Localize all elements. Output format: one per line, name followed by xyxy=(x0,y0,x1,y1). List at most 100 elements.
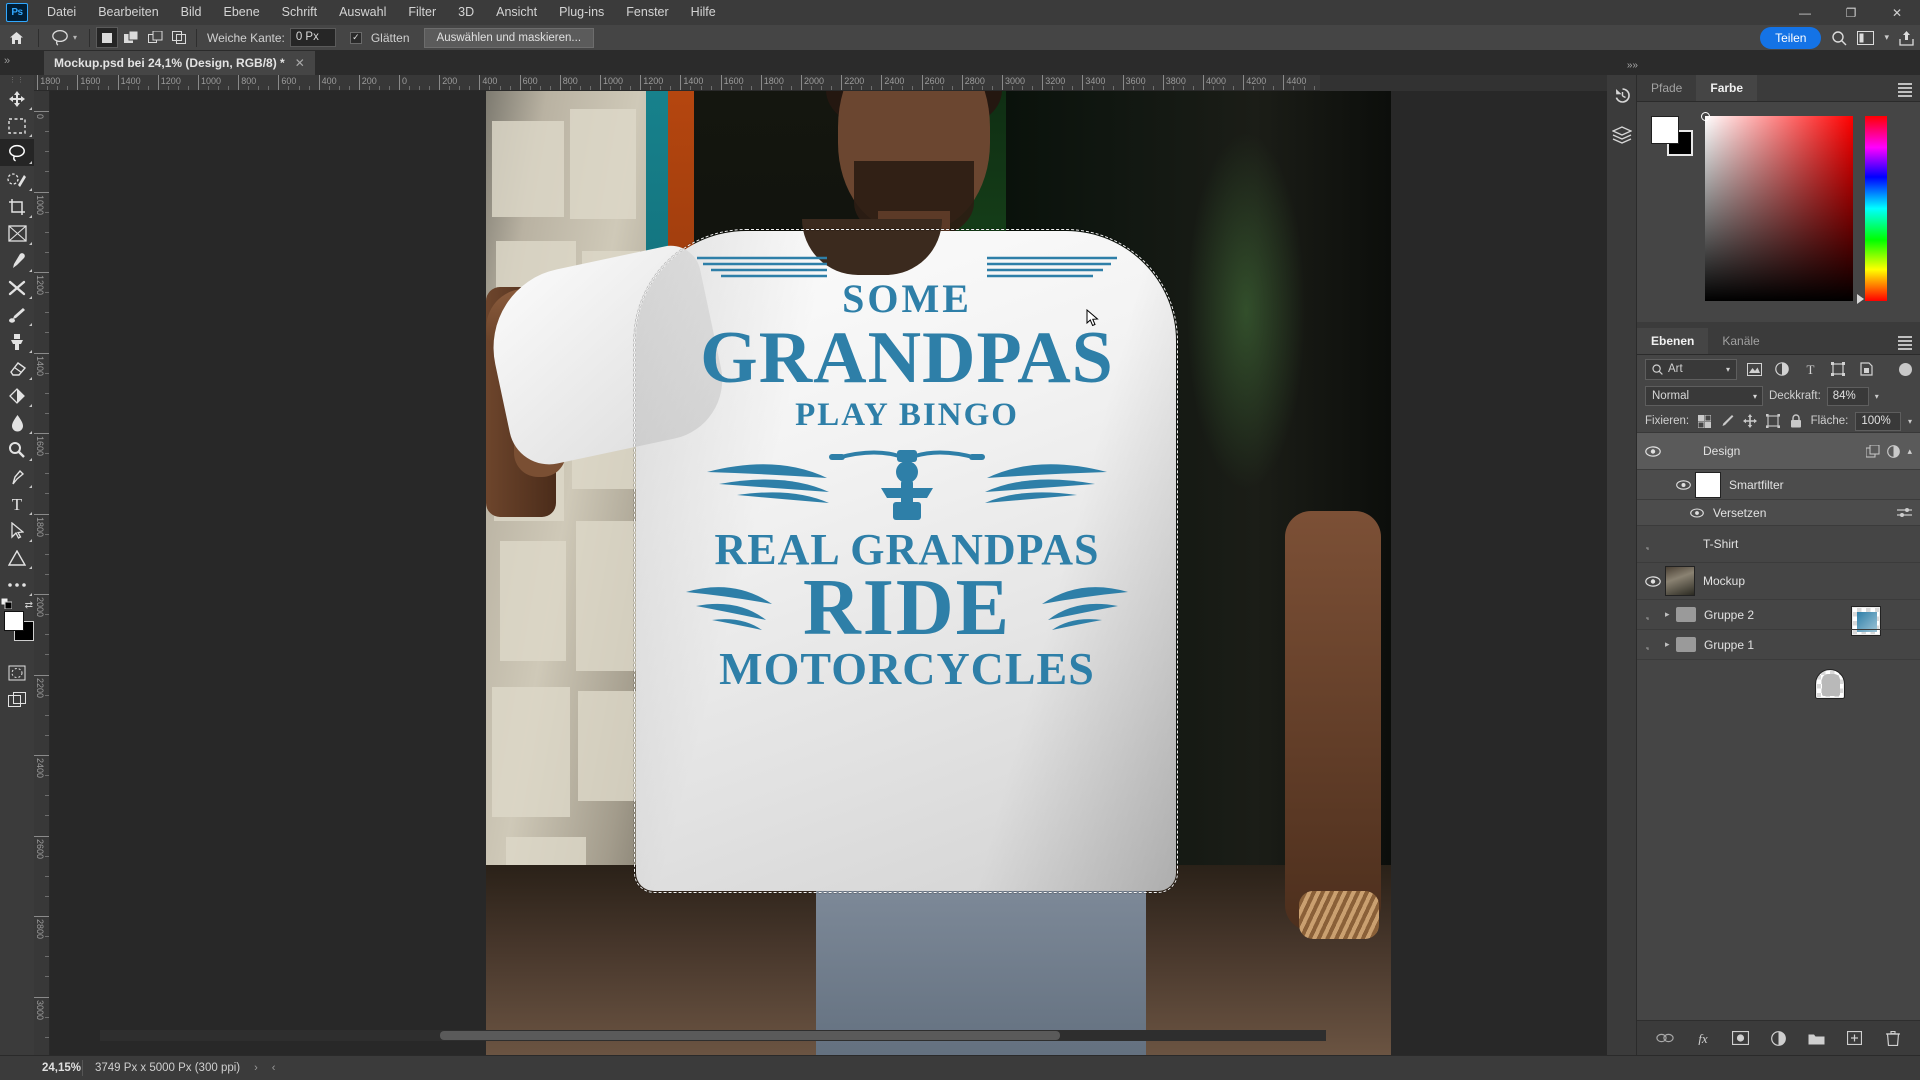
history-icon[interactable] xyxy=(1607,75,1637,115)
close-button[interactable]: ✕ xyxy=(1874,0,1920,25)
smartobject-filter-icon[interactable] xyxy=(1855,359,1877,380)
healing-brush-tool[interactable] xyxy=(0,274,34,301)
document-dimensions[interactable]: 3749 Px x 5000 Px (300 ppi) xyxy=(95,1062,240,1074)
select-and-mask-button[interactable]: Auswählen und maskieren... xyxy=(423,27,595,48)
quick-selection-tool[interactable] xyxy=(0,166,34,193)
layer-row-gruppe-1[interactable]: ▸ Gruppe 1 xyxy=(1637,630,1920,660)
edit-toolbar-tool[interactable] xyxy=(0,571,34,598)
visibility-toggle-icon[interactable] xyxy=(1641,609,1665,620)
filter-settings-icon[interactable] xyxy=(1897,507,1912,519)
new-group-icon[interactable] xyxy=(1808,1029,1826,1047)
checkbox-icon[interactable]: ✓ xyxy=(349,31,362,44)
type-filter-icon[interactable]: T xyxy=(1799,359,1821,380)
brush-tool[interactable] xyxy=(0,301,34,328)
lock-position-icon[interactable] xyxy=(1742,413,1758,430)
blur-tool[interactable] xyxy=(0,409,34,436)
layer-row-t-shirt[interactable]: T-Shirt xyxy=(1637,526,1920,699)
fill-input[interactable]: 100% xyxy=(1855,411,1901,431)
panel-menu-icon[interactable] xyxy=(1898,83,1912,99)
status-prev-icon[interactable]: ‹ xyxy=(272,1062,276,1074)
chevron-down-icon[interactable]: ▾ xyxy=(1753,392,1757,401)
layer-thumbnail[interactable] xyxy=(1815,669,1845,699)
subtract-from-selection-button[interactable] xyxy=(144,27,166,48)
link-layers-icon[interactable] xyxy=(1655,1029,1674,1047)
eyedropper-tool[interactable] xyxy=(0,247,34,274)
visibility-toggle-icon[interactable] xyxy=(1641,639,1665,650)
foreground-color-swatch[interactable] xyxy=(4,611,24,631)
toolbox-grip[interactable]: ⋮⋮ xyxy=(0,75,34,85)
tab-ebenen[interactable]: Ebenen xyxy=(1637,328,1709,354)
visibility-toggle-icon[interactable] xyxy=(1641,445,1665,457)
status-next-icon[interactable]: › xyxy=(254,1062,258,1074)
color-field[interactable] xyxy=(1701,112,1853,301)
chevron-right-icon[interactable]: ▸ xyxy=(1665,639,1671,650)
lock-image-icon[interactable] xyxy=(1719,413,1735,430)
menu-item-3d[interactable]: 3D xyxy=(447,0,485,25)
default-colors-icon[interactable] xyxy=(1,598,12,609)
menu-item-ebene[interactable]: Ebene xyxy=(213,0,271,25)
scrollbar-thumb[interactable] xyxy=(440,1031,1060,1040)
menu-item-auswahl[interactable]: Auswahl xyxy=(328,0,397,25)
tab-farbe[interactable]: Farbe xyxy=(1696,75,1758,101)
maximize-button[interactable]: ❐ xyxy=(1828,0,1874,25)
minimize-button[interactable]: — xyxy=(1782,0,1828,25)
swap-colors-icon[interactable]: ⇄ xyxy=(25,600,33,611)
clone-stamp-tool[interactable] xyxy=(0,328,34,355)
screen-mode-icon[interactable] xyxy=(0,686,34,713)
layer-style-fx-icon[interactable]: fx xyxy=(1694,1029,1712,1047)
adjustment-layer-icon[interactable] xyxy=(1770,1029,1788,1047)
layer-row-gruppe-2[interactable]: ▸ Gruppe 2 xyxy=(1637,600,1920,630)
document-tab[interactable]: Mockup.psd bei 24,1% (Design, RGB/8) * ✕ xyxy=(44,51,315,75)
lock-artboard-icon[interactable] xyxy=(1765,413,1781,430)
path-selection-tool[interactable] xyxy=(0,517,34,544)
opacity-input[interactable]: 84% xyxy=(1826,386,1869,406)
feather-input[interactable]: 0 Px xyxy=(289,28,336,47)
chevron-right-icon[interactable]: ▸ xyxy=(1665,609,1671,620)
artboard[interactable]: SOME GRANDPAS PLAY BINGO REAL GRANDPAS R… xyxy=(486,91,1391,1055)
visibility-toggle-icon[interactable] xyxy=(1641,575,1665,587)
workspace-icon[interactable] xyxy=(1857,30,1875,45)
add-to-selection-button[interactable] xyxy=(120,27,142,48)
menu-item-ansicht[interactable]: Ansicht xyxy=(485,0,548,25)
panel-menu-icon[interactable] xyxy=(1898,336,1912,352)
frame-tool[interactable] xyxy=(0,220,34,247)
share-export-icon[interactable] xyxy=(1899,30,1914,46)
delete-layer-icon[interactable] xyxy=(1884,1029,1902,1047)
blend-mode-select[interactable]: Normal ▾ xyxy=(1645,386,1763,406)
new-layer-icon[interactable] xyxy=(1846,1029,1864,1047)
smart-filter-mask-thumbnail[interactable] xyxy=(1695,471,1721,498)
quick-mask-icon[interactable] xyxy=(0,659,34,686)
type-tool[interactable]: T xyxy=(0,490,34,517)
layer-comps-icon[interactable] xyxy=(1607,115,1637,155)
layer-name[interactable]: Versetzen xyxy=(1713,506,1766,520)
shape-filter-icon[interactable] xyxy=(1827,359,1849,380)
intersect-selection-button[interactable] xyxy=(168,27,190,48)
menu-item-fenster[interactable]: Fenster xyxy=(615,0,679,25)
layer-row-smartfilter[interactable]: Smartfilter xyxy=(1637,470,1920,500)
visibility-toggle-icon[interactable] xyxy=(1671,479,1695,490)
pixel-filter-icon[interactable] xyxy=(1743,359,1765,380)
gradient-tool[interactable] xyxy=(0,382,34,409)
layer-name[interactable]: Smartfilter xyxy=(1729,478,1784,492)
eraser-tool[interactable] xyxy=(0,355,34,382)
tab-kanaele[interactable]: Kanäle xyxy=(1708,328,1773,354)
rectangular-marquee-tool[interactable] xyxy=(0,112,34,139)
dodge-tool[interactable] xyxy=(0,436,34,463)
move-tool[interactable] xyxy=(0,85,34,112)
home-icon[interactable] xyxy=(0,25,32,51)
menu-item-plugins[interactable]: Plug-ins xyxy=(548,0,615,25)
filter-enable-toggle[interactable] xyxy=(1899,362,1912,376)
layer-row-design[interactable]: Design ▴ xyxy=(1637,433,1920,636)
share-button[interactable]: Teilen xyxy=(1760,26,1822,49)
shape-tool[interactable] xyxy=(0,544,34,571)
hue-slider[interactable] xyxy=(1857,116,1887,304)
menu-item-schrift[interactable]: Schrift xyxy=(271,0,328,25)
chevron-down-icon[interactable]: ▾ xyxy=(1908,417,1912,426)
add-mask-icon[interactable] xyxy=(1732,1029,1750,1047)
layer-name[interactable]: Mockup xyxy=(1703,574,1745,588)
canvas-area[interactable]: SOME GRANDPAS PLAY BINGO REAL GRANDPAS R… xyxy=(50,91,1623,1055)
crop-tool[interactable] xyxy=(0,193,34,220)
layer-row-versetzen[interactable]: Versetzen xyxy=(1637,500,1920,526)
current-tool-lasso-icon[interactable]: ▾ xyxy=(45,29,83,46)
menu-item-hilfe[interactable]: Hilfe xyxy=(680,0,727,25)
